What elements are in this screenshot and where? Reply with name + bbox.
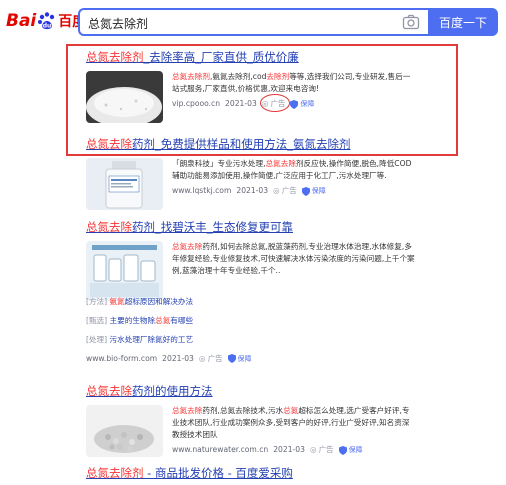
result-1: 总氮去除剂_去除率高_厂家直供_质优价廉 总氮去除剂,氨氮去除剂,cod去除剂等… — [86, 50, 416, 123]
search-button[interactable]: 百度一下 — [428, 8, 498, 36]
result-5: 总氮去除剂 - 商品批发价格 - 百度爱采购 — [86, 466, 416, 481]
result-thumbnail-bottle[interactable] — [86, 158, 163, 210]
sitelink-item[interactable]: [处理] 污水处理厂除氮好的工艺 — [86, 334, 406, 346]
guarantee-badge[interactable]: 保障 — [338, 444, 363, 456]
svg-text:du: du — [43, 23, 52, 30]
result-meta: www.lqstkj.com 2021-03 ◎ 广告 保障 — [172, 185, 416, 197]
result-title[interactable]: 总氮去除药剂的使用方法 — [86, 384, 416, 399]
result-title[interactable]: 总氮去除剂_去除率高_厂家直供_质优价廉 — [86, 50, 416, 65]
search-input[interactable] — [88, 14, 388, 32]
result-thumbnail-salt[interactable] — [86, 71, 163, 123]
guarantee-badge[interactable]: 保障 — [290, 98, 314, 110]
result-meta: www.bio-form.com 2021-03 ◎ 广告 保障 — [86, 353, 406, 364]
result-meta: www.naturewater.com.cn 2021-03 ◎ 广告 保障 — [172, 444, 416, 456]
result-3: 总氮去除药剂_找碧沃丰_生态修复更可靠 总氮去除药剂,如何去除总氮,脱蓝藻药剂,… — [86, 220, 416, 301]
logo-text-bai: Bai — [6, 11, 37, 31]
result-title[interactable]: 总氮去除药剂_找碧沃丰_生态修复更可靠 — [86, 220, 416, 235]
result-source[interactable]: www.lqstkj.com — [172, 185, 231, 197]
result-date: 2021-03 — [225, 99, 257, 108]
sitelink-item[interactable]: [甄选] 主要的生物除总氮有哪些 — [86, 315, 406, 327]
guarantee-badge[interactable]: 保障 — [301, 185, 326, 197]
result-description: 「朗泉科技」专业污水处理,总氮去除剂反应快,操作简便,脱色,降低COD辅助功能易… — [172, 158, 416, 197]
result-title[interactable]: 总氮去除剂 - 商品批发价格 - 百度爱采购 — [86, 466, 416, 481]
shield-icon — [290, 99, 299, 109]
sitelinks: [方法] 氨氮超标原因和解决办法 [甄选] 主要的生物除总氮有哪些 [处理] 污… — [86, 296, 406, 364]
search-box[interactable] — [78, 8, 428, 36]
result-date: 2021-03 — [236, 186, 269, 195]
result-4: 总氮去除药剂的使用方法 总氮去除药剂,总氮去除技术,污水总氮超标怎么处理,选广受… — [86, 384, 416, 457]
result-thumbnail-granules[interactable] — [86, 405, 163, 457]
guarantee-badge[interactable]: 保障 — [227, 354, 252, 364]
shield-icon — [227, 354, 236, 363]
result-meta: vip.cpooo.cn 2021-03 ◎ 广告 保障 — [172, 98, 416, 110]
sitelink-item[interactable]: [方法] 氨氮超标原因和解决办法 — [86, 296, 406, 308]
result-source[interactable]: www.bio-form.com — [86, 354, 157, 363]
result-source[interactable]: www.naturewater.com.cn — [172, 444, 268, 456]
search-header: Bai du 百度 百度一下 — [0, 0, 506, 42]
result-title[interactable]: 总氮去除药剂_免费提供样品和使用方法_氨氮去除剂 — [86, 137, 416, 152]
result-2: 总氮去除药剂_免费提供样品和使用方法_氨氮去除剂 「朗泉科技」专业污水处理,总氮… — [86, 137, 416, 210]
ad-label: ◎ 广告 — [273, 186, 297, 195]
ad-label: ◎ 广告 — [198, 354, 223, 363]
result-source[interactable]: vip.cpooo.cn — [172, 98, 220, 110]
baidu-logo[interactable]: Bai du 百度 — [6, 8, 86, 34]
result-date: 2021-03 — [273, 445, 305, 454]
result-description: 总氮去除药剂,如何去除总氮,脱蓝藻药剂,专业治理水体治理,水体修复,多年修复经验… — [172, 242, 415, 275]
result-thumbnail-products[interactable] — [86, 241, 163, 301]
result-description: 总氮去除药剂,总氮去除技术,污水总氮超标怎么处理,选广受客户好评,专业技术团队,… — [172, 405, 416, 456]
shield-icon — [301, 186, 310, 196]
shield-icon — [338, 445, 347, 455]
camera-icon[interactable] — [402, 14, 420, 30]
paw-icon: du — [38, 12, 55, 30]
result-description: 总氮去除剂,氨氮去除剂,cod去除剂等等,选择我们公司,专业研发,售后一站式服务… — [172, 71, 416, 110]
result-date: 2021-03 — [162, 354, 194, 363]
ad-label: ◎ 广告 — [261, 99, 286, 108]
ad-label: ◎ 广告 — [309, 445, 334, 454]
